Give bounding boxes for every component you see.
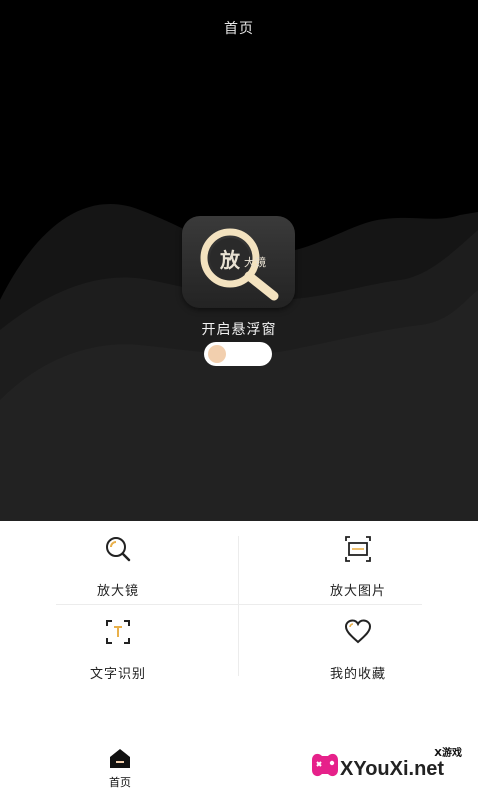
page-title: 首页 [224,21,254,37]
feature-image-zoom[interactable]: 放大图片 [268,535,448,605]
nav-item-home-label: 首页 [109,776,131,789]
feature-label: 我的收藏 [329,667,386,682]
watermark-tag: X游戏 [434,748,462,759]
gamepad-logo-icon [312,753,338,777]
home-icon [110,749,130,768]
text-scan-icon [106,620,130,644]
grid-divider-vertical [238,536,239,676]
heart-icon [344,619,372,644]
hero-section: 首页 放 大镜 开启悬浮窗 [0,0,478,521]
watermark-text: XYouXi.net [340,758,445,780]
app-icon-sub-text: 大镜 [244,256,266,269]
feature-label: 放大镜 [96,584,139,599]
float-window-label: 开启悬浮窗 [201,322,277,338]
feature-label: 放大图片 [329,584,386,599]
feature-text-scan[interactable]: 文字识别 [28,618,208,688]
feature-label: 文字识别 [89,667,146,682]
toggle-knob [208,345,226,363]
app-icon-main-text: 放 [220,248,240,272]
image-zoom-icon [345,536,371,562]
feature-favorites[interactable]: 我的收藏 [268,618,448,688]
magnifier-icon [106,537,131,562]
feature-magnifier[interactable]: 放大镜 [28,535,208,605]
site-watermark: X游戏 XYouXi.net [306,740,476,796]
nav-item-home[interactable]: 首页 [96,746,144,792]
float-window-toggle[interactable] [204,342,272,366]
feature-grid: 放大镜 放大图片 文字识别 我的收藏 [0,521,478,682]
